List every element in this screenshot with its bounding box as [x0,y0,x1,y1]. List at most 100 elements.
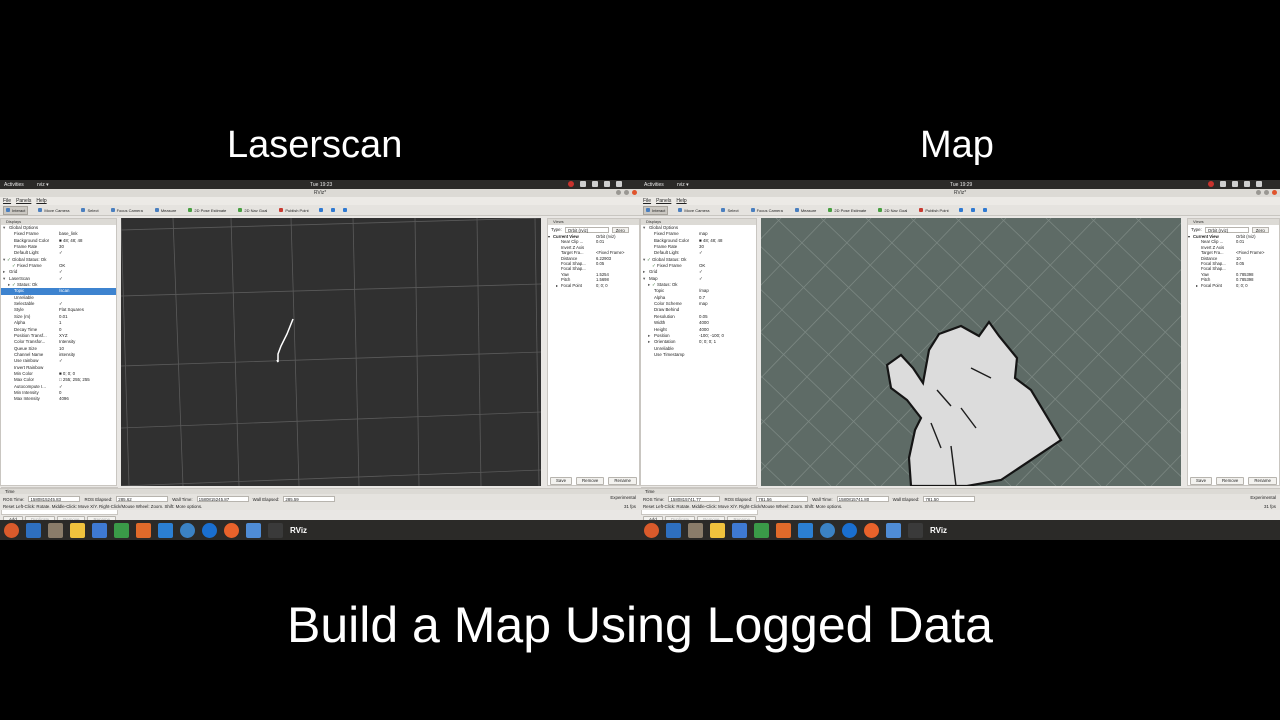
help-icon[interactable] [820,522,835,538]
network-icon[interactable] [580,181,586,187]
volume-icon[interactable] [1232,181,1238,187]
tool-focus-camera[interactable]: Focus Camera [109,207,145,214]
expander-icon[interactable]: ▸ [556,283,558,288]
network-icon[interactable] [1220,181,1226,187]
tool-measure[interactable]: Measure [793,207,819,214]
property-value[interactable]: ■ 0; 0; 0 [59,371,75,377]
app-menu[interactable]: rviz ▾ [677,182,689,188]
property-value[interactable]: -100; -100; 0 [699,333,724,339]
property-value[interactable]: 0 [59,390,61,396]
property-value[interactable]: 0.05 [699,314,708,320]
menu-help[interactable]: Help [676,197,686,205]
power-icon[interactable] [604,181,610,187]
tool-publish-point[interactable]: Publish Point [917,207,950,214]
property-value[interactable]: ✓ [59,276,63,282]
property-value[interactable]: ✓ [59,358,63,364]
vscode-icon[interactable] [158,522,173,538]
property-value[interactable]: ■ 48; 48; 48 [699,238,722,244]
property-value[interactable]: OK [59,263,65,269]
minus-icon[interactable] [330,208,335,212]
help-icon[interactable] [180,522,195,538]
document-icon[interactable] [732,522,747,538]
minus-icon[interactable] [970,208,975,212]
thunderbird-icon[interactable] [666,522,681,538]
tool-select[interactable]: Select [79,207,100,214]
property-value[interactable]: 0 [59,327,61,333]
property-value[interactable]: /scan [59,288,70,294]
settings-icon[interactable] [4,522,19,538]
network-icon[interactable] [246,522,261,538]
expander-icon[interactable]: ▾ [3,276,5,282]
maximize-button[interactable] [1264,190,1269,195]
property-value[interactable]: 30 [699,244,704,250]
property-value[interactable]: 4000 [699,327,709,333]
zero-button[interactable]: Zero [611,226,629,233]
display-row[interactable]: Max Intensity 4096 [1,396,116,402]
plus-icon[interactable] [958,208,963,212]
zero-button[interactable]: Zero [1251,226,1269,233]
expander-icon[interactable]: ▸ [648,333,650,339]
experimental-checkbox[interactable]: Experimental [610,495,636,500]
update-icon[interactable] [568,181,574,187]
app-menu[interactable]: rviz ▾ [37,182,49,188]
document-icon[interactable] [92,522,107,538]
property-value[interactable]: map [699,231,708,237]
usb-icon[interactable] [70,522,85,538]
expander-icon[interactable]: ▸ [1196,283,1198,288]
rename-view-button[interactable]: Rename [608,477,637,485]
save-view-button[interactable]: Save [1190,477,1213,485]
property-value[interactable]: base_link [59,231,78,237]
crosshair-icon[interactable] [982,208,987,212]
menu-panels[interactable]: Panels [656,197,671,205]
property-value[interactable]: ✓ [699,269,703,275]
property-value[interactable]: intensity [59,352,75,358]
property-value[interactable]: Flat Squares [59,307,84,313]
teamviewer-icon[interactable] [202,522,217,538]
property-value[interactable]: 1 [59,320,61,326]
tool-interact[interactable]: Interact [643,205,669,215]
property-value[interactable]: ✓ [699,250,703,256]
view-type-select[interactable]: Orbit (rviz) [1204,226,1249,233]
terminal-icon[interactable] [908,522,923,538]
menu-file[interactable]: File [3,197,11,205]
property-value[interactable]: 0; 0; 0; 1 [699,339,716,345]
save-view-button[interactable]: Save [550,477,573,485]
rename-view-button[interactable]: Rename [1248,477,1277,485]
minimize-button[interactable] [1256,190,1261,195]
spreadsheet-icon[interactable] [754,522,769,538]
expander-icon[interactable]: ▸ [3,269,5,275]
tool-interact[interactable]: Interact [3,205,29,215]
firefox-icon[interactable] [864,522,879,538]
tool-2d-nav-goal[interactable]: 2D Nav Goal [876,207,909,214]
tool-focus-camera[interactable]: Focus Camera [749,207,785,214]
property-value[interactable]: 4000 [699,320,709,326]
close-button[interactable] [1272,190,1277,195]
network-icon[interactable] [886,522,901,538]
property-value[interactable]: 4096 [59,396,69,402]
presentation-icon[interactable] [136,522,151,538]
maximize-button[interactable] [624,190,629,195]
settings-icon[interactable] [644,522,659,538]
tool-select[interactable]: Select [719,207,740,214]
render-view-laserscan[interactable] [121,218,541,486]
property-value[interactable]: Intensity [59,339,75,345]
view-property-row[interactable]: ▸ Focal Point 0; 0; 0 [548,283,639,288]
files-icon[interactable] [688,522,703,538]
rviz-icon[interactable]: RViz [290,526,307,535]
expander-icon[interactable]: ▾ [3,225,5,231]
experimental-checkbox[interactable]: Experimental [1250,495,1276,500]
menu-icon[interactable] [1256,181,1262,187]
tool-move-camera[interactable]: Move Camera [36,207,71,214]
property-value[interactable]: /map [699,288,709,294]
property-value[interactable]: □ 255; 255; 255 [59,377,90,383]
minimize-button[interactable] [616,190,621,195]
property-value[interactable]: 10 [59,346,64,352]
display-row[interactable]: Use Timestamp [641,352,756,358]
expander-icon[interactable]: ▸ [648,339,650,345]
power-icon[interactable] [1244,181,1250,187]
property-value[interactable]: map [699,301,708,307]
view-type-select[interactable]: Orbit (rviz) [564,226,609,233]
remove-view-button[interactable]: Remove [576,477,605,485]
rviz-icon[interactable]: RViz [930,526,947,535]
tool-move-camera[interactable]: Move Camera [676,207,711,214]
